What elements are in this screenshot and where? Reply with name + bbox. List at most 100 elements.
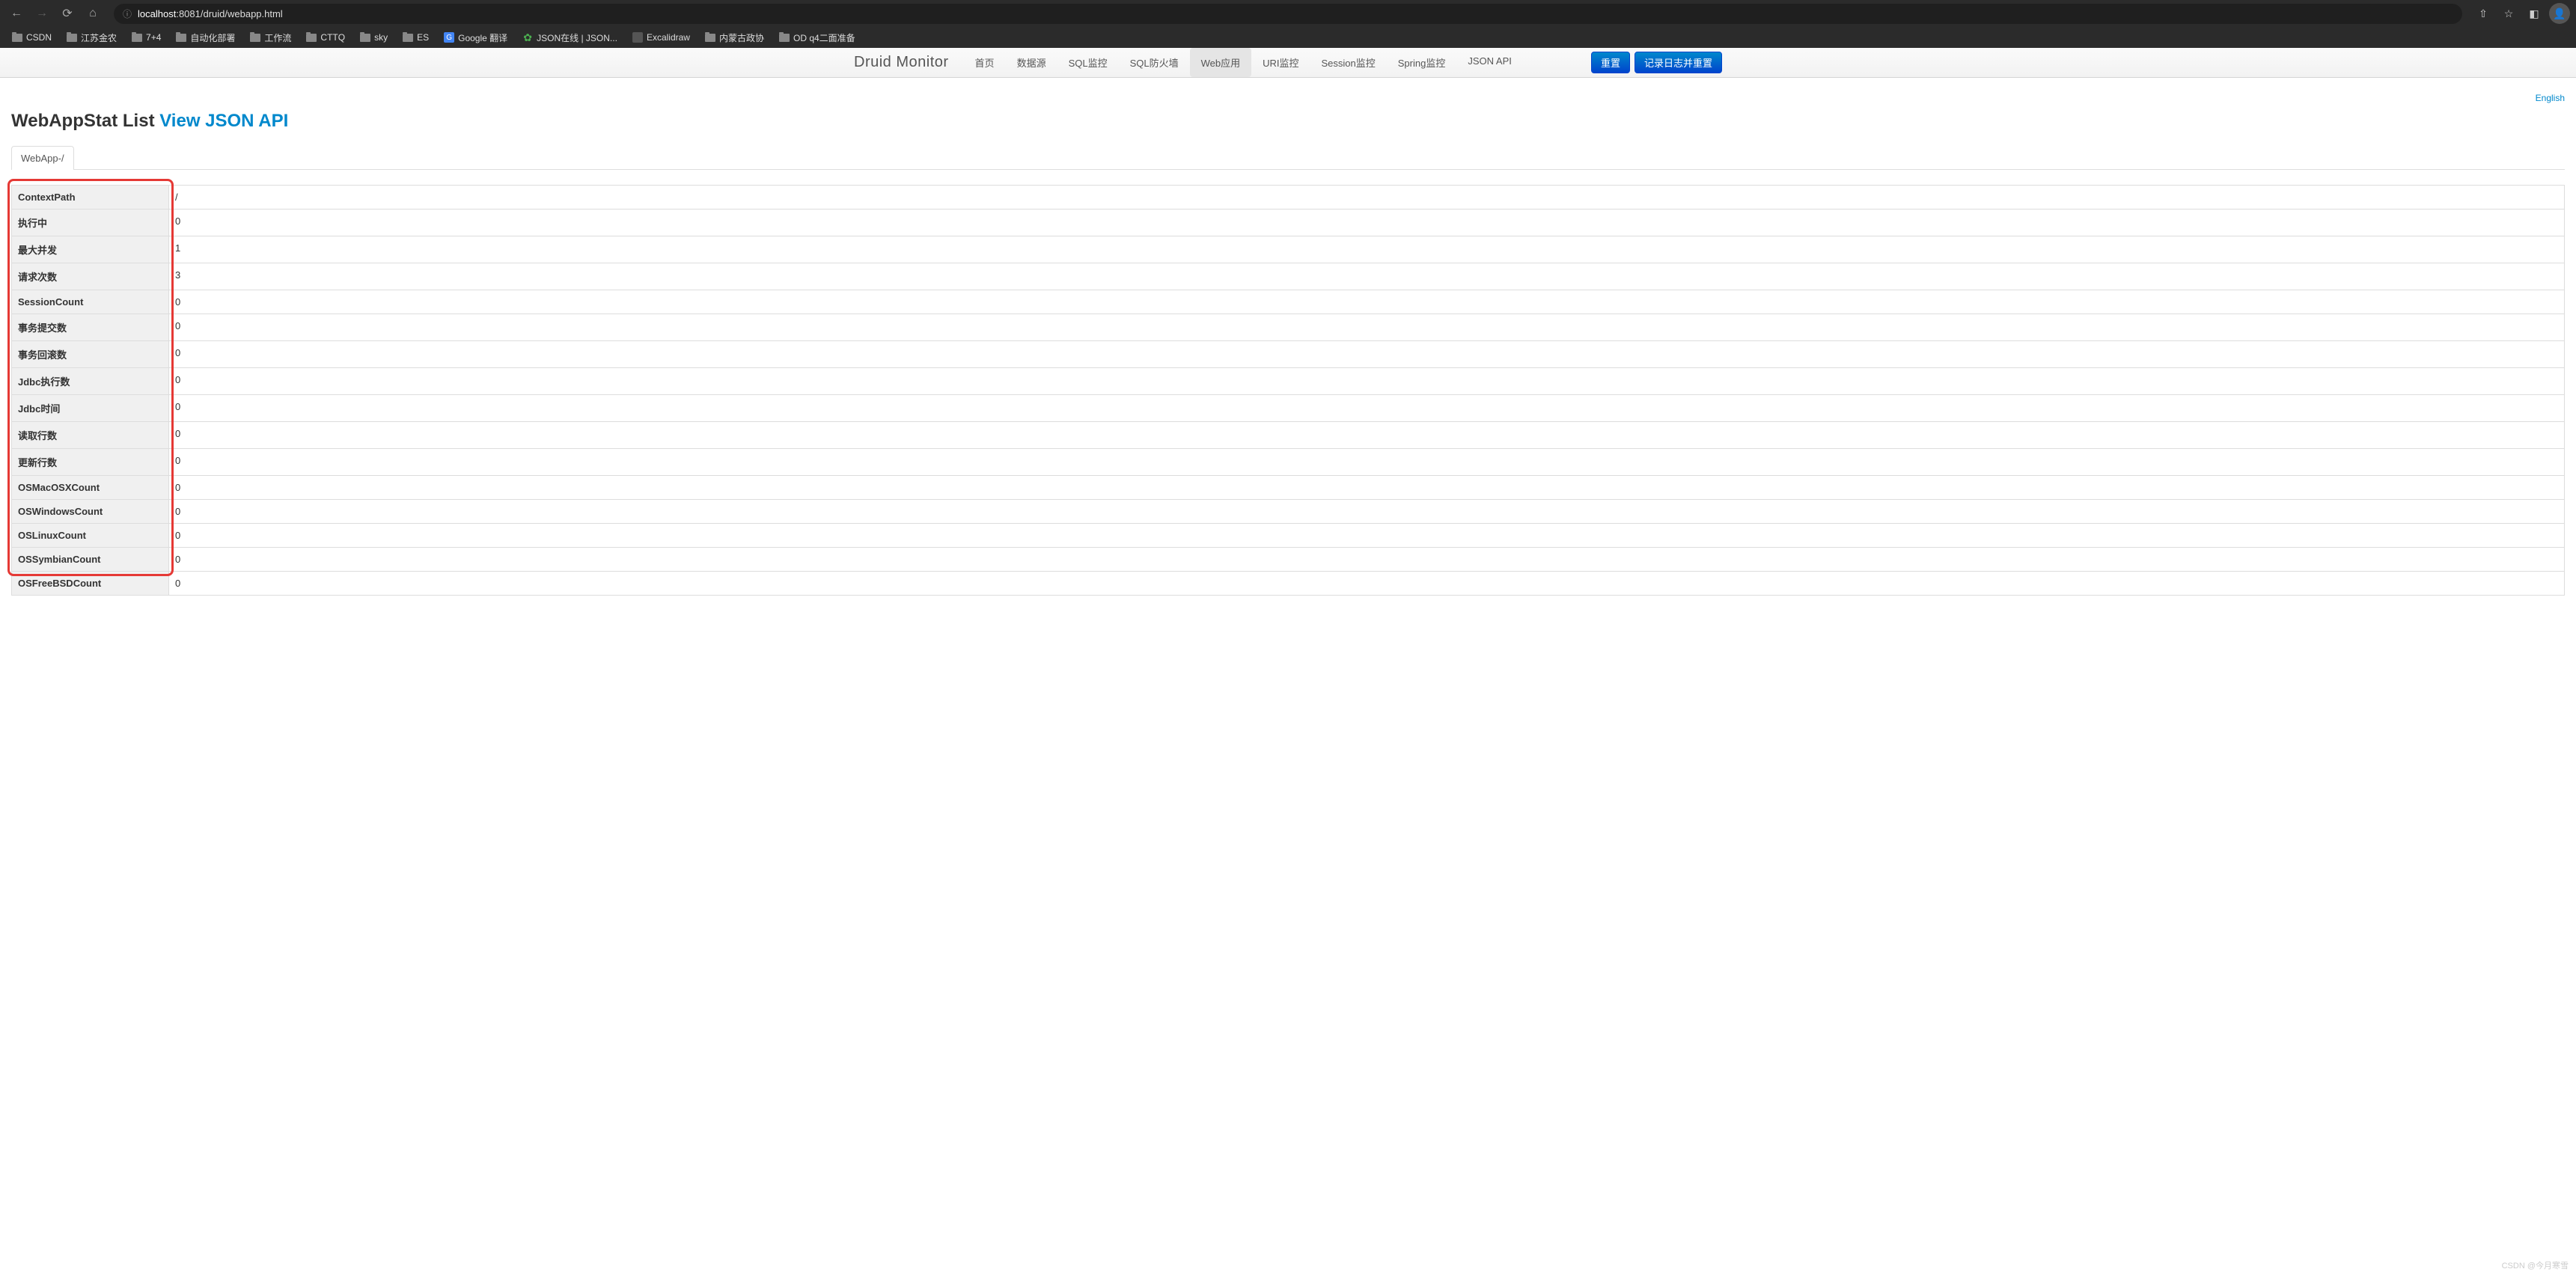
nav-item[interactable]: Session监控 bbox=[1310, 48, 1387, 77]
stat-label: SessionCount bbox=[12, 290, 169, 314]
stat-label: 更新行数 bbox=[12, 448, 169, 475]
table-row: ContextPath/ bbox=[12, 185, 2565, 209]
table-row: OSMacOSXCount0 bbox=[12, 475, 2565, 499]
bookmark-item[interactable]: Excalidraw bbox=[626, 30, 696, 45]
table-row: SessionCount0 bbox=[12, 290, 2565, 314]
brand[interactable]: Druid Monitor bbox=[854, 54, 949, 71]
bookmark-item[interactable]: OD q4二面准备 bbox=[773, 29, 861, 46]
stat-value: 0 bbox=[169, 367, 2565, 394]
bookmark-item[interactable]: GGoogle 翻译 bbox=[438, 29, 513, 46]
bookmark-item[interactable]: CSDN bbox=[6, 30, 58, 45]
stat-value: 0 bbox=[169, 290, 2565, 314]
stat-label: 事务提交数 bbox=[12, 314, 169, 340]
stat-value: 0 bbox=[169, 209, 2565, 236]
table-row: OSFreeBSDCount0 bbox=[12, 571, 2565, 595]
home-button[interactable]: ⌂ bbox=[82, 3, 103, 24]
language-link[interactable]: English bbox=[2536, 93, 2565, 103]
bookmarks-bar: CSDN 江苏金农 7+4 自动化部署 工作流 CTTQ sky ESGGoogle 翻译 ✿ J… bbox=[0, 27, 2576, 48]
bookmark-label: 工作流 bbox=[264, 31, 291, 44]
bookmark-item[interactable]: ✿ JSON在线 | JSON... bbox=[516, 29, 623, 46]
stat-value: 1 bbox=[169, 236, 2565, 263]
stat-label: 请求次数 bbox=[12, 263, 169, 290]
content: English WebAppStat List View JSON API We… bbox=[0, 78, 2576, 611]
bookmark-label: Google 翻译 bbox=[458, 31, 507, 44]
stat-label: Jdbc时间 bbox=[12, 394, 169, 421]
folder-icon bbox=[403, 34, 413, 42]
nav-item[interactable]: SQL防火墙 bbox=[1119, 48, 1190, 77]
bookmark-item[interactable]: sky bbox=[354, 30, 394, 45]
folder-icon bbox=[176, 34, 186, 42]
bookmark-label: 7+4 bbox=[146, 32, 161, 43]
stat-value: 0 bbox=[169, 394, 2565, 421]
title-text: WebAppStat List bbox=[11, 111, 155, 131]
bookmark-label: CTTQ bbox=[320, 32, 345, 43]
stat-value: 0 bbox=[169, 421, 2565, 448]
bookmark-item[interactable]: 江苏金农 bbox=[61, 29, 123, 46]
nav-item[interactable]: Spring监控 bbox=[1387, 48, 1457, 77]
bookmark-item[interactable]: 工作流 bbox=[244, 29, 297, 46]
stat-value: 0 bbox=[169, 547, 2565, 571]
info-icon: ⓘ bbox=[123, 7, 132, 20]
browser-chrome: ← → ⟳ ⌂ ⓘ localhost:8081/druid/webapp.ht… bbox=[0, 0, 2576, 48]
bookmark-item[interactable]: 内蒙古政协 bbox=[699, 29, 770, 46]
druid-navbar: Druid Monitor 首页数据源SQL监控SQL防火墙Web应用URI监控… bbox=[0, 48, 2576, 78]
stat-label: OSSymbianCount bbox=[12, 547, 169, 571]
favicon: ✿ bbox=[522, 32, 533, 43]
panel-icon[interactable]: ◧ bbox=[2524, 3, 2545, 24]
stat-label: ContextPath bbox=[12, 185, 169, 209]
bookmark-item[interactable]: 自动化部署 bbox=[170, 29, 241, 46]
nav-item[interactable]: SQL监控 bbox=[1057, 48, 1119, 77]
stat-label: Jdbc执行数 bbox=[12, 367, 169, 394]
nav-item[interactable]: JSON API bbox=[1456, 48, 1523, 77]
nav-item[interactable]: URI监控 bbox=[1251, 48, 1310, 77]
star-icon[interactable]: ☆ bbox=[2498, 3, 2519, 24]
tabs: WebApp-/ bbox=[11, 146, 2565, 170]
favicon bbox=[632, 32, 643, 43]
page-title: WebAppStat List View JSON API bbox=[11, 111, 2565, 132]
bookmark-label: sky bbox=[374, 32, 388, 43]
stat-value: 0 bbox=[169, 571, 2565, 595]
stat-label: OSWindowsCount bbox=[12, 499, 169, 523]
table-row: OSWindowsCount0 bbox=[12, 499, 2565, 523]
bookmark-item[interactable]: ES bbox=[397, 30, 435, 45]
stat-table: ContextPath/执行中0最大并发1请求次数3SessionCount0事… bbox=[11, 185, 2565, 596]
table-row: Jdbc执行数0 bbox=[12, 367, 2565, 394]
reset-button[interactable]: 重置 bbox=[1591, 52, 1630, 73]
watermark: CSDN @今月寒雪 bbox=[2502, 1259, 2569, 1271]
bookmark-label: 内蒙古政协 bbox=[719, 31, 764, 44]
stat-label: OSMacOSXCount bbox=[12, 475, 169, 499]
folder-icon bbox=[250, 34, 260, 42]
stat-value: 0 bbox=[169, 314, 2565, 340]
nav-item[interactable]: 数据源 bbox=[1006, 48, 1057, 77]
table-row: 最大并发1 bbox=[12, 236, 2565, 263]
bookmark-item[interactable]: 7+4 bbox=[126, 30, 167, 45]
tab-webapp[interactable]: WebApp-/ bbox=[11, 146, 74, 170]
bookmark-label: 自动化部署 bbox=[190, 31, 235, 44]
table-row: OSLinuxCount0 bbox=[12, 523, 2565, 547]
stat-value: / bbox=[169, 185, 2565, 209]
forward-button[interactable]: → bbox=[31, 3, 52, 24]
profile-icon[interactable]: 👤 bbox=[2549, 3, 2570, 24]
stat-label: 最大并发 bbox=[12, 236, 169, 263]
table-row: 执行中0 bbox=[12, 209, 2565, 236]
folder-icon bbox=[12, 34, 22, 42]
browser-toolbar: ← → ⟳ ⌂ ⓘ localhost:8081/druid/webapp.ht… bbox=[0, 0, 2576, 27]
log-reset-button[interactable]: 记录日志并重置 bbox=[1635, 52, 1722, 73]
share-icon[interactable]: ⇧ bbox=[2473, 3, 2494, 24]
bookmark-label: 江苏金农 bbox=[81, 31, 117, 44]
back-button[interactable]: ← bbox=[6, 3, 27, 24]
folder-icon bbox=[306, 34, 317, 42]
bookmark-label: CSDN bbox=[26, 32, 52, 43]
table-row: 请求次数3 bbox=[12, 263, 2565, 290]
reload-button[interactable]: ⟳ bbox=[57, 3, 78, 24]
stat-label: 读取行数 bbox=[12, 421, 169, 448]
url-bar[interactable]: ⓘ localhost:8081/druid/webapp.html bbox=[114, 4, 2462, 24]
url-text: localhost:8081/druid/webapp.html bbox=[138, 8, 2453, 19]
bookmark-item[interactable]: CTTQ bbox=[300, 30, 351, 45]
nav-item[interactable]: Web应用 bbox=[1190, 48, 1252, 77]
stat-label: OSLinuxCount bbox=[12, 523, 169, 547]
bookmark-label: JSON在线 | JSON... bbox=[537, 31, 617, 44]
nav-item[interactable]: 首页 bbox=[964, 48, 1006, 77]
view-json-api-link[interactable]: View JSON API bbox=[159, 111, 288, 131]
bookmark-label: Excalidraw bbox=[647, 32, 690, 43]
